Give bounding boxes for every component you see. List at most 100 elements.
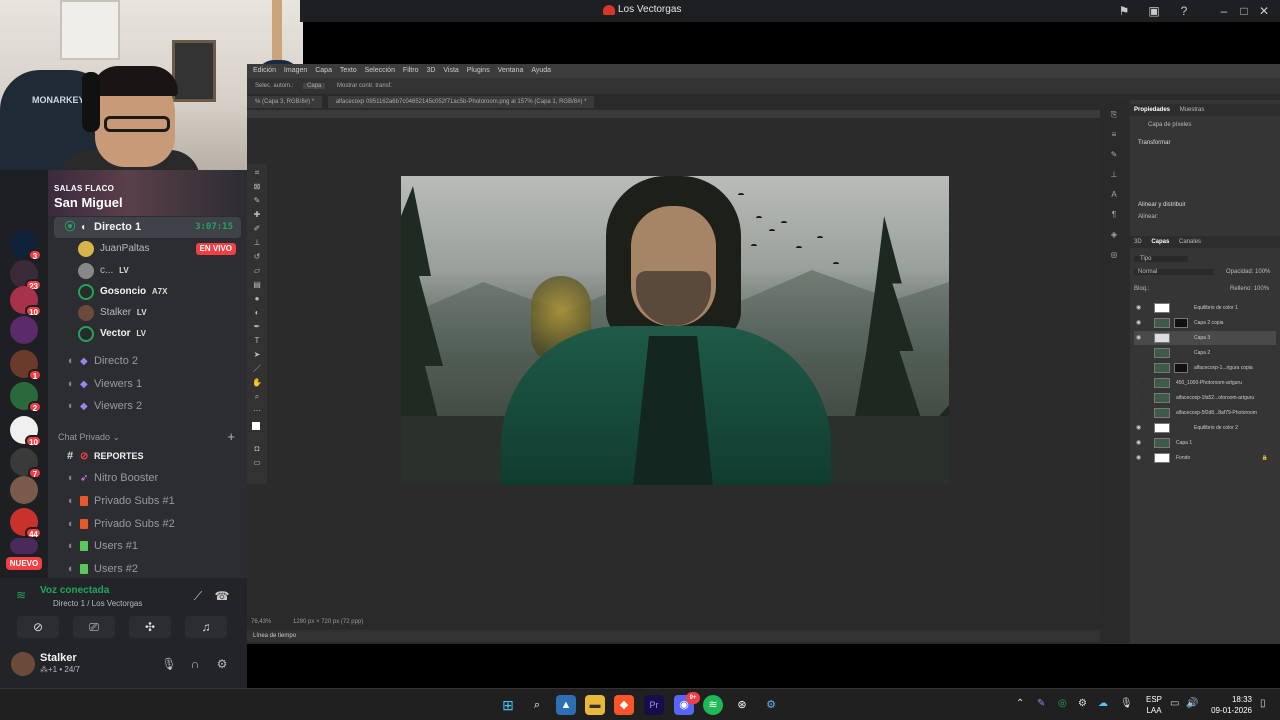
dodge-icon[interactable]: ◐ xyxy=(252,308,262,318)
pen-icon[interactable]: ✒ xyxy=(252,322,262,332)
disconnect-icon[interactable]: ☎ xyxy=(214,588,230,604)
eye-icon[interactable]: ◌ xyxy=(1136,391,1140,405)
voice-user[interactable]: Gosoncio A7X xyxy=(78,282,247,302)
channel-directo-2[interactable]: ◖ ◆ Directo 2 xyxy=(54,351,241,372)
noise-suppression-icon[interactable]: ⟋ xyxy=(190,588,206,604)
menu-item[interactable]: Capa xyxy=(315,67,332,74)
eye-icon[interactable]: ◉ xyxy=(1136,316,1141,330)
language-indicator[interactable]: ESP LAA xyxy=(1144,694,1164,716)
minimize-button[interactable]: – xyxy=(1216,3,1232,19)
transform-section[interactable]: Transformar xyxy=(1138,140,1170,146)
tab-channels[interactable]: Canales xyxy=(1179,239,1201,245)
eraser-icon[interactable]: ▱ xyxy=(252,266,262,276)
add-channel-icon[interactable]: + xyxy=(227,429,235,444)
clock[interactable]: 18:33 09-01-2026 xyxy=(1208,694,1252,716)
channel-viewers-2[interactable]: ◖ ◆ Viewers 2 xyxy=(54,396,241,417)
channel-privado-subs-1[interactable]: ◖ Privado Subs #1 xyxy=(54,491,241,512)
cloud-tray-icon[interactable]: ☁ xyxy=(1098,698,1108,709)
avatar[interactable] xyxy=(11,652,35,676)
clone-source-icon[interactable]: ⊥ xyxy=(1109,170,1119,180)
blend-mode-select[interactable]: Normal xyxy=(1134,269,1214,275)
layer-row[interactable]: ◌ alfacecoxp-1...rigura copia xyxy=(1134,361,1276,375)
channel-reportes[interactable]: # ⊘ REPORTES xyxy=(54,446,241,467)
server-icon[interactable]: 1 xyxy=(10,350,42,381)
category-header[interactable]: Chat Privado ⌄ xyxy=(58,432,120,443)
paragraph-icon[interactable]: ¶ xyxy=(1109,210,1119,220)
channel-nitro-booster[interactable]: ◖ ➶ Nitro Booster xyxy=(54,468,241,489)
server-icon[interactable] xyxy=(10,316,38,344)
steam-icon[interactable]: ⚙ xyxy=(761,695,781,715)
character-icon[interactable]: A xyxy=(1109,190,1119,200)
obs-icon[interactable]: ⊛ xyxy=(732,695,752,715)
align-section[interactable]: Alinear y distribuir xyxy=(1138,202,1186,208)
target-select[interactable]: Capa xyxy=(303,83,326,89)
brush-settings-icon[interactable]: ✎ xyxy=(1109,150,1119,160)
eye-icon[interactable]: ◉ xyxy=(1136,301,1141,315)
layer-row[interactable]: ◉ Capa 2 copia xyxy=(1134,316,1276,330)
menu-item[interactable]: Imagen xyxy=(284,67,307,74)
server-icon[interactable]: 10 xyxy=(10,286,42,317)
app-tray-icon[interactable]: ◎ xyxy=(1058,698,1067,709)
menu-item[interactable]: Vista xyxy=(443,67,458,74)
layers-dock-icon[interactable]: ◈ xyxy=(1109,230,1119,240)
volume-icon[interactable]: 🔊 xyxy=(1186,698,1198,709)
healing-brush-icon[interactable]: ✚ xyxy=(252,210,262,220)
menu-item[interactable]: Edición xyxy=(253,67,276,74)
server-icon[interactable]: 3 xyxy=(10,230,42,261)
spotify-icon[interactable]: ≋ xyxy=(703,695,723,715)
new-badge[interactable]: NUEVO xyxy=(6,557,42,570)
menu-item[interactable]: Filtro xyxy=(403,67,419,74)
tab-3d[interactable]: 3D xyxy=(1134,239,1142,245)
microphone-icon[interactable]: 🎙 xyxy=(161,656,177,672)
search-icon[interactable]: ⌕ xyxy=(527,695,547,715)
headphones-icon[interactable]: ∩ xyxy=(187,656,203,672)
server-icon[interactable]: 10 xyxy=(10,416,42,447)
history-icon[interactable]: ⎘ xyxy=(1109,110,1119,120)
server-icon[interactable] xyxy=(10,538,38,554)
photos-app-icon[interactable]: ▲ xyxy=(556,695,576,715)
hand-tool-icon[interactable]: ✋ xyxy=(252,378,262,388)
voice-user[interactable]: JuanPaltas EN VIVO xyxy=(78,239,247,259)
layer-row[interactable]: ◌ Capa 2 xyxy=(1134,346,1276,360)
document-tab[interactable]: % (Capa 3, RGB/8#) * xyxy=(247,96,323,108)
layer-row[interactable]: ◉ Capa 3 xyxy=(1134,331,1276,345)
voice-user[interactable]: c... LV xyxy=(78,261,247,281)
inbox-icon[interactable]: ⚑ xyxy=(1116,3,1132,19)
brave-browser-icon[interactable]: ◆ xyxy=(614,695,634,715)
channel-users-2[interactable]: ◖ Users #2 xyxy=(54,559,241,578)
tab-swatches[interactable]: Muestras xyxy=(1180,107,1205,113)
eye-icon[interactable]: ◉ xyxy=(1136,436,1141,450)
file-explorer-icon[interactable]: ▬ xyxy=(585,695,605,715)
discord-icon[interactable]: ◉ 9+ xyxy=(674,692,700,715)
network-icon[interactable]: ▭ xyxy=(1170,698,1179,709)
path-select-icon[interactable]: ➤ xyxy=(252,350,262,360)
layer-row[interactable]: ◌ 450_1000-Photoroom-artguru xyxy=(1134,376,1276,390)
channel-directo-1[interactable]: ⦿ ◖ Directo 1 3:07:15 xyxy=(54,217,241,238)
gear-icon[interactable]: ⚙ xyxy=(214,656,230,672)
layer-row[interactable]: ◉ Equilibrio de color 1 xyxy=(1134,301,1276,315)
maximize-button[interactable]: □ xyxy=(1236,3,1252,19)
eye-icon[interactable]: ◉ xyxy=(1136,451,1141,465)
crop-tool-icon[interactable]: ⌗ xyxy=(252,168,262,178)
type-tool-icon[interactable]: T xyxy=(252,336,262,346)
timeline-panel[interactable]: Línea de tiempo xyxy=(247,630,1100,642)
channel-viewers-1[interactable]: ◖ ◆ Viewers 1 xyxy=(54,374,241,395)
channels-dock-icon[interactable]: ◎ xyxy=(1109,250,1119,260)
blur-icon[interactable]: ● xyxy=(252,294,262,304)
eye-icon[interactable]: ◌ xyxy=(1136,346,1140,360)
zoom-tool-icon[interactable]: ⌕ xyxy=(252,392,262,402)
menu-item[interactable]: Selección xyxy=(365,67,395,74)
server-banner[interactable]: SALAS FLACO San Miguel xyxy=(48,170,247,216)
adjustments-icon[interactable]: ≡ xyxy=(1109,130,1119,140)
layer-row[interactable]: ◉ Equilibrio de color 2 xyxy=(1134,421,1276,435)
voice-user[interactable]: Vector LV xyxy=(78,324,247,344)
voice-status[interactable]: Voz conectada xyxy=(40,585,109,596)
transform-option[interactable]: Mostrar contr. transf. xyxy=(337,83,392,89)
zoom-level[interactable]: 76,43% xyxy=(251,619,271,625)
history-brush-icon[interactable]: ↺ xyxy=(252,252,262,262)
voice-location[interactable]: Directo 1 / Los Vectorgas xyxy=(53,599,142,608)
opacity-field[interactable]: Opacidad: 100% xyxy=(1226,269,1270,275)
camera-off-button[interactable]: ⊘ xyxy=(17,616,59,638)
eye-icon[interactable]: ◉ xyxy=(1136,331,1141,345)
soundboard-button[interactable]: ♫ xyxy=(185,616,227,638)
